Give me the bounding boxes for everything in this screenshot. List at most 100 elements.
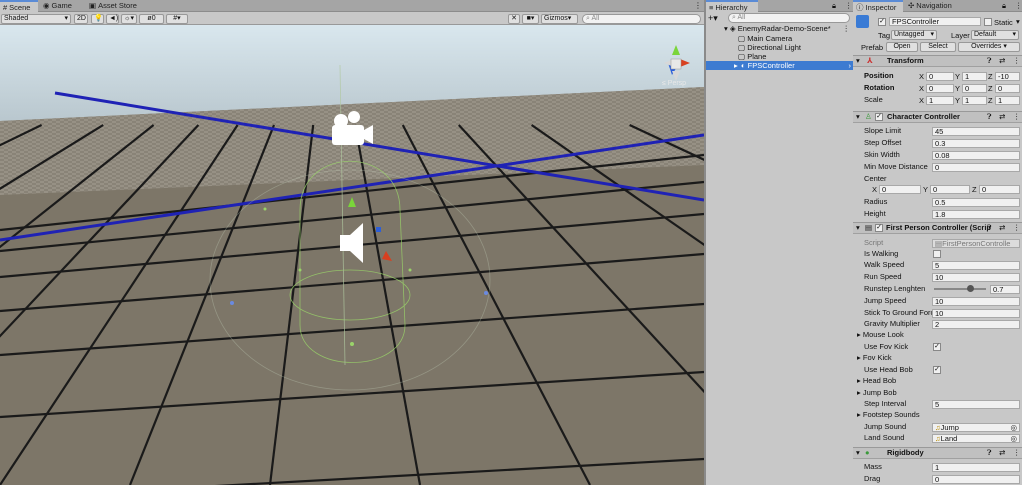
object-name-field[interactable]: FPSController xyxy=(889,17,981,26)
move-handle-z[interactable] xyxy=(376,227,381,232)
head-bob-foldout[interactable]: ▸ Head Bob xyxy=(857,376,896,386)
is-walking-checkbox[interactable] xyxy=(933,250,941,258)
help-icon[interactable]: ❓︎ xyxy=(987,56,992,66)
jump-bob-foldout[interactable]: ▸ Jump Bob xyxy=(857,388,897,398)
scale-y-field[interactable]: 1 xyxy=(962,96,987,105)
dropdown-arrow-icon[interactable]: ▾ xyxy=(1016,17,1020,26)
run-speed-field[interactable]: 10 xyxy=(932,273,1020,282)
tab-inspector[interactable]: ⓘ Inspector xyxy=(853,0,903,12)
active-checkbox[interactable]: ✓ xyxy=(878,18,886,26)
enabled-checkbox[interactable]: ✓ xyxy=(875,113,883,121)
tab-asset-store[interactable]: ▣ Asset Store xyxy=(86,0,141,12)
use-fov-kick-checkbox[interactable]: ✓ xyxy=(933,343,941,351)
tab-scene[interactable]: # Scene xyxy=(0,0,38,12)
grid-dropdown-icon[interactable]: #▾ xyxy=(166,14,188,24)
help-icon[interactable]: ❓︎ xyxy=(987,112,992,122)
z-axis-label[interactable]: Z xyxy=(988,96,993,105)
foldout-arrow-icon[interactable]: ▾ xyxy=(856,56,860,66)
persp-label[interactable]: ≤ Persp xyxy=(662,80,686,87)
step-interval-field[interactable]: 5 xyxy=(932,400,1020,409)
2d-toggle[interactable]: 2D xyxy=(74,14,88,24)
shading-dropdown[interactable]: Shaded ▾ xyxy=(1,14,71,24)
scene-search-input[interactable]: ⌕ All xyxy=(582,14,701,24)
kebab-menu-icon[interactable]: ⋮ xyxy=(694,1,702,10)
rotation-y-field[interactable]: 0 xyxy=(962,84,987,93)
mouse-look-foldout[interactable]: ▸ Mouse Look xyxy=(857,330,904,340)
step-offset-field[interactable]: 0.3 xyxy=(932,139,1020,148)
runstep-lenghten-field[interactable]: 0.7 xyxy=(990,285,1020,294)
foldout-arrow-icon[interactable]: ▾ xyxy=(856,223,860,233)
lighting-toggle-icon[interactable]: 💡 xyxy=(91,14,104,24)
audio-toggle-icon[interactable]: ◄) xyxy=(106,14,119,24)
kebab-menu-icon[interactable]: ⋮ xyxy=(1013,56,1021,66)
stick-to-ground-field[interactable]: 10 xyxy=(932,309,1020,318)
jump-sound-field[interactable]: ♫Jump ◎ xyxy=(932,423,1020,432)
hierarchy-item[interactable]: ▢ Directional Light xyxy=(738,43,801,52)
kebab-menu-icon[interactable]: ⋮ xyxy=(843,24,851,33)
z-axis-label[interactable]: Z xyxy=(988,72,993,81)
runstep-slider-thumb[interactable] xyxy=(966,285,974,292)
height-field[interactable]: 1.8 xyxy=(932,210,1020,219)
camera-dropdown-icon[interactable]: ■▾ xyxy=(522,14,539,24)
skin-width-field[interactable]: 0.08 xyxy=(932,151,1020,160)
prefab-open-button[interactable]: Open xyxy=(886,42,918,52)
scale-z-field[interactable]: 1 xyxy=(995,96,1020,105)
scale-x-field[interactable]: 1 xyxy=(926,96,954,105)
slope-limit-field[interactable]: 45 xyxy=(932,127,1020,136)
kebab-menu-icon[interactable]: ⋮ xyxy=(1013,223,1021,233)
effects-dropdown-icon[interactable]: ☼▾ xyxy=(121,14,137,24)
help-icon[interactable]: ❓︎ xyxy=(987,223,992,233)
gravity-multiplier-field[interactable]: 2 xyxy=(932,320,1020,329)
tag-dropdown[interactable]: Untagged ▾ xyxy=(891,30,937,40)
layer-dropdown[interactable]: Default ▾ xyxy=(971,30,1019,40)
settings-icon[interactable]: ⇄ xyxy=(999,448,1005,458)
kebab-menu-icon[interactable]: ⋮ xyxy=(845,1,853,10)
z-axis-label[interactable]: Z xyxy=(972,185,977,194)
tab-game[interactable]: ◉ Game xyxy=(40,0,76,12)
x-axis-label[interactable]: X xyxy=(919,72,924,81)
position-z-field[interactable]: -10 xyxy=(995,72,1020,81)
y-axis-label[interactable]: Y xyxy=(923,185,928,194)
use-head-bob-checkbox[interactable]: ✓ xyxy=(933,366,941,374)
x-axis-label[interactable]: X xyxy=(919,84,924,93)
scene-viewport[interactable]: ≤ Persp xyxy=(0,25,704,485)
fov-kick-foldout[interactable]: ▸ Fov Kick xyxy=(857,353,892,363)
rotation-z-field[interactable]: 0 xyxy=(995,84,1020,93)
center-y-field[interactable]: 0 xyxy=(930,185,970,194)
tab-hierarchy[interactable]: ≡ Hierarchy xyxy=(706,0,758,12)
prefab-select-button[interactable]: Select xyxy=(920,42,956,52)
rotation-x-field[interactable]: 0 xyxy=(926,84,954,93)
scene-root-item[interactable]: ▾ ◈ EnemyRadar-Demo-Scene* ⋮ xyxy=(724,24,853,33)
first-person-controller-header[interactable]: ▾ ▤ ✓ First Person Controller (Scrip ❓︎ … xyxy=(853,222,1022,234)
chevron-right-icon[interactable]: › xyxy=(849,61,852,70)
walk-speed-field[interactable]: 5 xyxy=(932,261,1020,270)
hierarchy-item-selected[interactable]: ▸ ◐ FPSController › xyxy=(706,61,853,70)
scene-view-canvas[interactable]: ≤ Persp xyxy=(0,25,704,485)
character-controller-header[interactable]: ▾ ♙ ✓ Character Controller ❓︎ ⇄ ⋮ xyxy=(853,111,1022,123)
land-sound-field[interactable]: ♫Land ◎ xyxy=(932,434,1020,443)
x-axis-label[interactable]: X xyxy=(919,96,924,105)
hierarchy-search-input[interactable]: ⌕ All xyxy=(728,13,850,23)
foldout-arrow-icon[interactable]: ▾ xyxy=(856,112,860,122)
lock-icon[interactable]: 🔒︎ xyxy=(1002,1,1006,11)
min-move-distance-field[interactable]: 0 xyxy=(932,163,1020,172)
expand-arrow-icon[interactable]: ▸ xyxy=(734,61,738,70)
enabled-checkbox[interactable]: ✓ xyxy=(875,224,883,232)
position-y-field[interactable]: 1 xyxy=(962,72,987,81)
y-axis-label[interactable]: Y xyxy=(955,72,960,81)
center-x-field[interactable]: 0 xyxy=(879,185,921,194)
tools-icon[interactable]: ✕ xyxy=(508,14,520,24)
static-checkbox[interactable] xyxy=(984,18,992,26)
jump-speed-field[interactable]: 10 xyxy=(932,297,1020,306)
radius-field[interactable]: 0.5 xyxy=(932,198,1020,207)
center-z-field[interactable]: 0 xyxy=(979,185,1020,194)
prefab-overrides-dropdown[interactable]: Overrides ▾ xyxy=(958,42,1020,52)
runstep-slider-track[interactable] xyxy=(934,288,986,290)
y-axis-label[interactable]: Y xyxy=(955,96,960,105)
position-x-field[interactable]: 0 xyxy=(926,72,954,81)
settings-icon[interactable]: ⇄ xyxy=(999,56,1005,66)
kebab-menu-icon[interactable]: ⋮ xyxy=(1015,1,1022,10)
kebab-menu-icon[interactable]: ⋮ xyxy=(1013,112,1021,122)
object-picker-icon[interactable]: ◎ xyxy=(1010,435,1017,442)
transform-header[interactable]: ▾ ⅄ Transform ❓︎ ⇄ ⋮ xyxy=(853,55,1022,67)
